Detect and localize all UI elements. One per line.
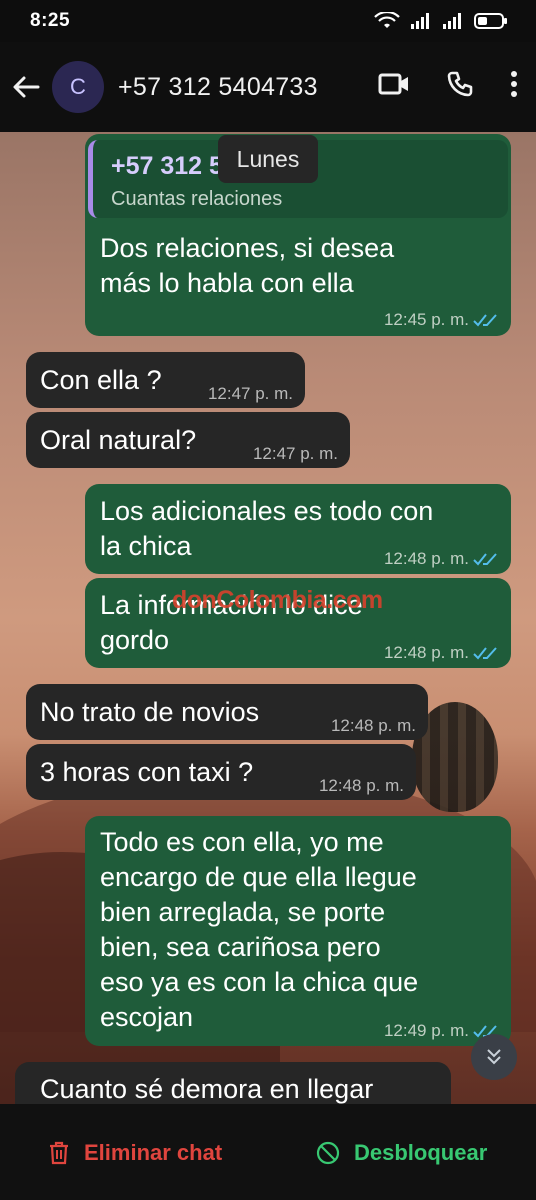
double-check-icon: [473, 553, 497, 566]
message-time: 12:48 p. m.: [318, 776, 404, 795]
message-text: Oral natural?: [40, 425, 197, 455]
message-time: 12:48 p. m.: [330, 716, 416, 735]
message-time: 12:47 p. m.: [252, 444, 338, 463]
message-bubble-outgoing[interactable]: Los adicionales es todo con la chica 12:…: [85, 484, 511, 574]
message-bubble-incoming[interactable]: Oral natural? 12:47 p. m.: [26, 412, 350, 468]
wifi-icon: [374, 12, 400, 28]
message-line: bien, sea cariñosa pero: [100, 932, 381, 962]
header-actions: [378, 70, 518, 98]
message-line: Los adicionales es todo con: [100, 496, 434, 526]
message-text: No trato de novios: [40, 697, 260, 727]
trash-icon: [50, 1141, 68, 1165]
double-check-icon: [473, 314, 497, 327]
message-bubble-incoming[interactable]: Cuanto sé demora en llegar: [15, 1062, 451, 1104]
chat-header: C +57 312 5404733: [0, 42, 536, 132]
contact-name[interactable]: +57 312 5404733: [118, 73, 318, 102]
signal-icon-2: [443, 13, 461, 29]
more-options-icon[interactable]: [510, 70, 518, 98]
block-icon: [316, 1141, 340, 1165]
message-text: Con ella ?: [40, 365, 162, 395]
arrow-left-icon: [13, 76, 40, 98]
video-call-icon[interactable]: [378, 72, 410, 96]
delete-chat-button[interactable]: Eliminar chat: [48, 1140, 222, 1166]
unblock-label: Desbloquear: [354, 1140, 488, 1165]
message-time: 12:47 p. m.: [207, 384, 293, 403]
date-chip: Lunes: [218, 135, 318, 183]
scroll-to-bottom-button[interactable]: [471, 1034, 517, 1080]
phone-icon[interactable]: [446, 70, 474, 98]
message-time: 12:48 p. m.: [383, 643, 469, 662]
status-icons: [374, 12, 508, 30]
status-time: 8:25: [30, 10, 71, 31]
message-line: más lo habla con ella: [100, 268, 354, 298]
watermark: donColombia.com: [172, 586, 383, 614]
message-line: Dos relaciones, si desea: [100, 233, 395, 263]
message-bubble-incoming[interactable]: No trato de novios 12:48 p. m.: [26, 684, 428, 740]
unblock-button[interactable]: Desbloquear: [316, 1140, 487, 1166]
message-bubble-outgoing[interactable]: Todo es con ella, yo me encargo de que e…: [85, 816, 511, 1046]
message-line: eso ya es con la chica que: [100, 967, 419, 997]
message-line: Todo es con ella, yo me: [100, 827, 384, 857]
message-time: 12:45 p. m.: [383, 310, 469, 329]
bottom-action-bar: Eliminar chat Desbloquear: [0, 1104, 536, 1200]
double-check-icon: [473, 647, 497, 660]
message-bubble-incoming[interactable]: Con ella ? 12:47 p. m.: [26, 352, 305, 408]
message-time: 12:48 p. m.: [383, 549, 469, 568]
battery-icon: [474, 13, 507, 29]
quoted-text: Cuantas relaciones: [111, 188, 283, 210]
double-chevron-down-icon: [487, 1049, 501, 1065]
message-line: encargo de que ella llegue: [100, 862, 417, 892]
message-bubble-incoming[interactable]: 3 horas con taxi ? 12:48 p. m.: [26, 744, 416, 800]
back-button[interactable]: [10, 71, 42, 103]
status-bar: 8:25: [0, 0, 536, 42]
signal-icon: [411, 13, 429, 29]
message-line: bien arreglada, se porte: [100, 897, 386, 927]
message-time: 12:49 p. m.: [383, 1021, 469, 1040]
avatar-letter: C: [70, 74, 86, 99]
avatar[interactable]: C: [52, 61, 104, 113]
message-text: Cuanto sé demora en llegar: [40, 1074, 374, 1104]
message-text: 3 horas con taxi ?: [40, 757, 254, 787]
delete-chat-label: Eliminar chat: [84, 1140, 223, 1165]
